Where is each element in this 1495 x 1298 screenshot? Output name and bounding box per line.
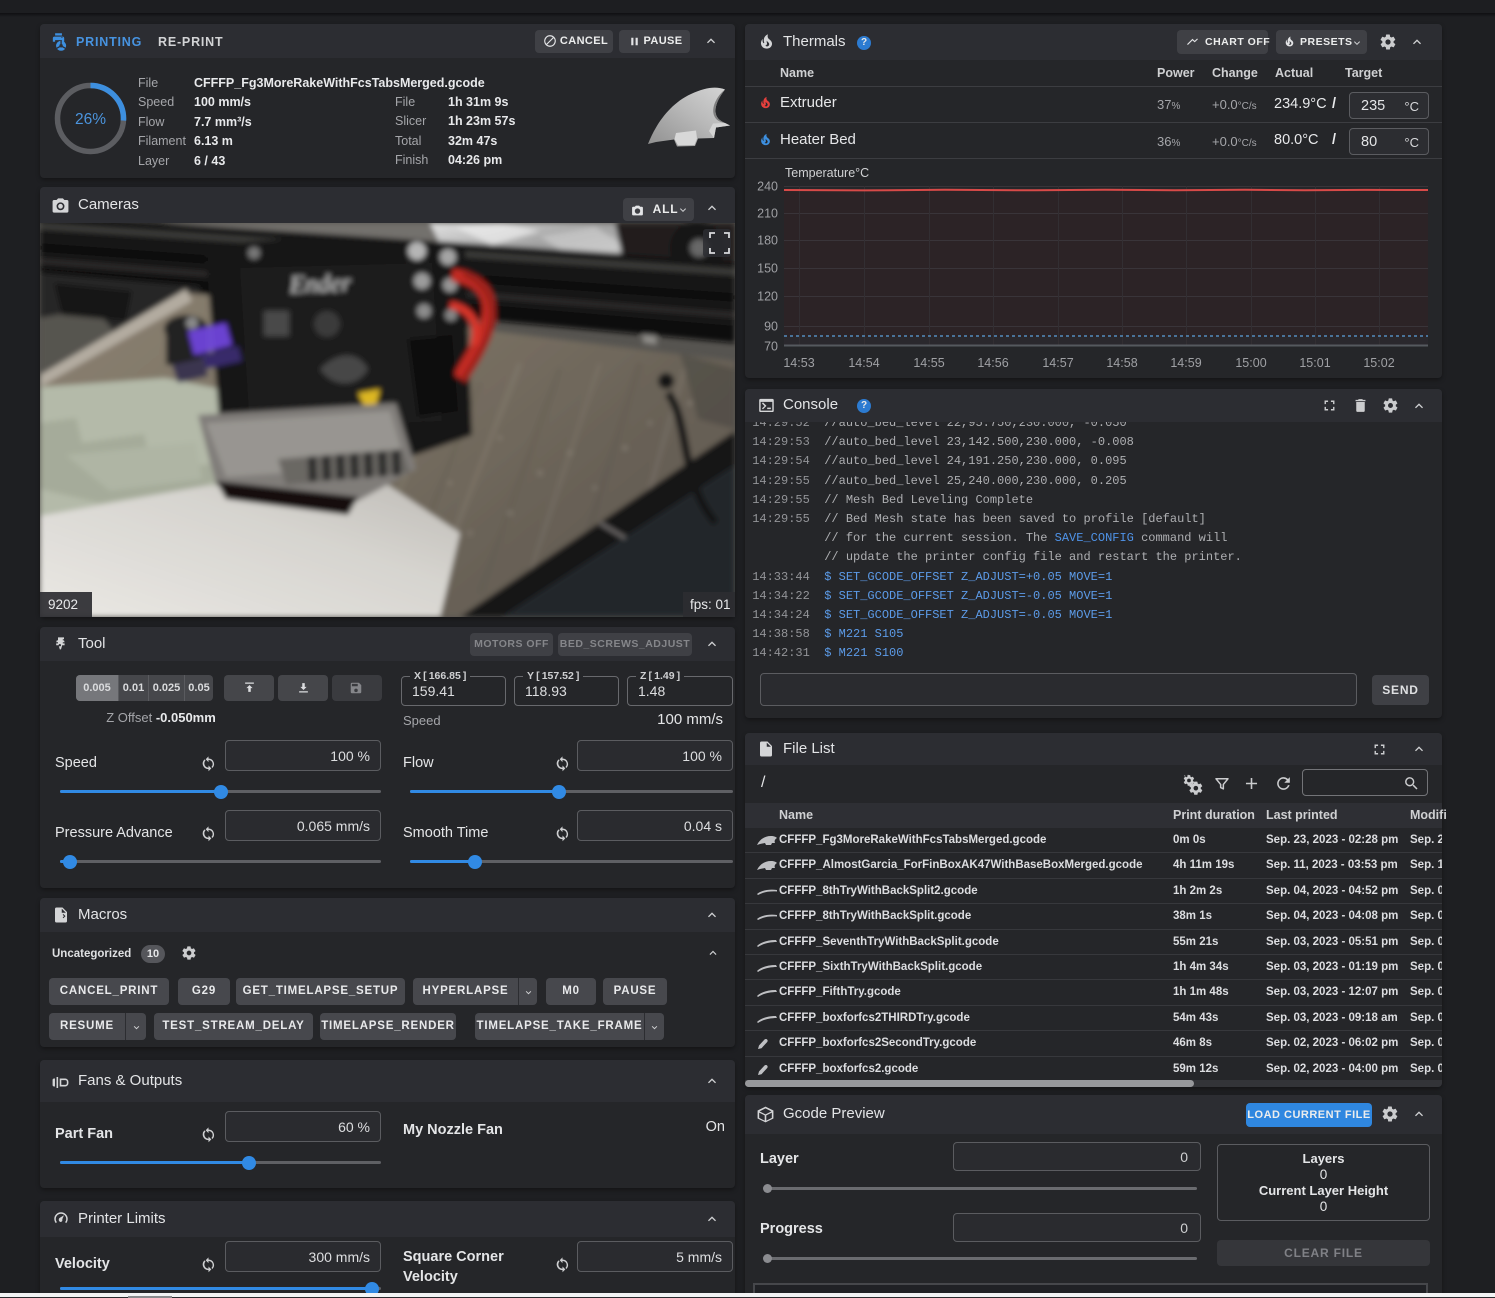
svg-text:14:54: 14:54 [848,356,879,370]
svg-text:14:58: 14:58 [1106,356,1137,370]
svg-text:120: 120 [757,290,778,304]
svg-text:15:00: 15:00 [1235,356,1266,370]
svg-text:14:59: 14:59 [1170,356,1201,370]
svg-text:180: 180 [757,234,778,248]
svg-text:14:53: 14:53 [783,356,814,370]
svg-text:14:57: 14:57 [1042,356,1073,370]
svg-text:26%: 26% [75,111,106,128]
svg-text:240: 240 [757,180,778,194]
svg-text:9202: 9202 [48,597,78,612]
svg-text:90: 90 [764,320,778,334]
svg-text:70: 70 [764,340,778,354]
svg-text:150: 150 [757,262,778,276]
svg-text:Temperature°C: Temperature°C [785,166,869,180]
svg-text:15:02: 15:02 [1363,356,1394,370]
svg-text:15:01: 15:01 [1299,356,1330,370]
svg-text:Ender: Ender [288,270,351,299]
svg-text:14:55: 14:55 [913,356,944,370]
svg-text:210: 210 [757,207,778,221]
svg-text:14:56: 14:56 [977,356,1008,370]
svg-text:fps: 01: fps: 01 [690,597,731,612]
